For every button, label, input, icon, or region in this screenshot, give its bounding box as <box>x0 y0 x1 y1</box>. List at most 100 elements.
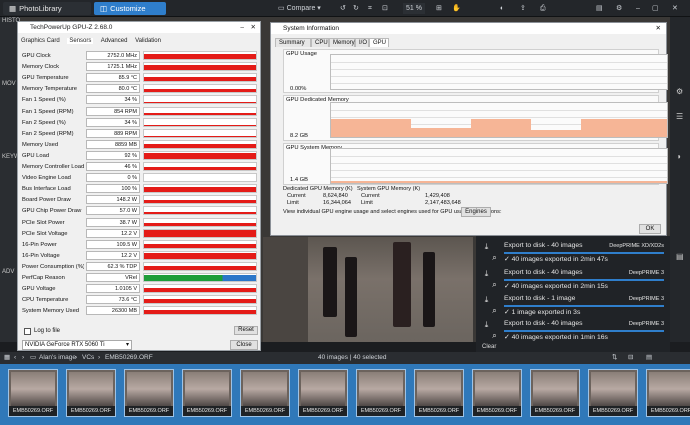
grid-icon[interactable]: ▦ <box>4 352 10 364</box>
search-icon[interactable]: ⌕ <box>490 306 499 315</box>
thumbnail-caption: EMB50269.ORF <box>67 406 115 416</box>
forward-icon[interactable]: › <box>22 352 24 364</box>
minimize-icon[interactable]: – <box>636 3 640 14</box>
customize-icon: ◫ <box>100 4 108 13</box>
filter-icon[interactable]: ⊟ <box>628 352 633 364</box>
sensor-value[interactable]: 26300 MB <box>86 306 140 316</box>
rotate-right-icon[interactable]: ↻ <box>353 3 359 14</box>
tab-gpu[interactable]: GPU <box>369 38 389 47</box>
export-icon[interactable]: ⇪ <box>520 3 526 14</box>
lum-icon[interactable]: ◑ <box>676 152 681 161</box>
sensor-value[interactable]: 8859 MB <box>86 139 140 149</box>
tab-cpu[interactable]: CPU <box>311 38 329 47</box>
clear-button[interactable]: Clear <box>482 344 496 350</box>
tab-sensors[interactable]: Sensors <box>67 38 94 44</box>
search-icon[interactable]: ⌕ <box>490 331 499 340</box>
ok-button[interactable]: OK <box>639 224 661 234</box>
zoom-100-icon[interactable]: ⊞ <box>436 3 442 14</box>
sensor-value[interactable]: 46 % <box>86 162 140 171</box>
filmstrip-thumbnail[interactable]: EMB50269.ORF <box>8 369 58 417</box>
filmstrip-thumbnail[interactable]: EMB50269.ORF <box>588 369 638 417</box>
close-button[interactable]: Close <box>230 340 258 350</box>
workspace-icon[interactable]: ▤ <box>596 3 603 14</box>
sensor-value[interactable]: 34 % <box>86 117 140 127</box>
minimize-icon[interactable]: – <box>240 22 244 33</box>
rotate-left-icon[interactable]: ↺ <box>340 3 346 14</box>
tab-photolibrary[interactable]: ▦ PhotoLibrary <box>3 2 91 15</box>
filmstrip-thumbnail[interactable]: EMB50269.ORF <box>646 369 690 417</box>
breadcrumb-folder[interactable]: Alan's image <box>39 352 76 364</box>
sensor-value[interactable]: 0 % <box>86 173 140 183</box>
compare-button[interactable]: ▭ Compare ▾ <box>278 3 321 14</box>
sensor-row: Bus Interface Load 100 % <box>22 184 258 194</box>
sensor-value[interactable]: 34 % <box>86 95 140 105</box>
sensor-value[interactable]: 80.0 °C <box>86 84 140 94</box>
sensor-value[interactable]: 73.6 °C <box>86 295 140 305</box>
maximize-icon[interactable]: ▢ <box>652 3 659 14</box>
sensor-value[interactable]: 38.7 W <box>86 217 140 227</box>
sensor-name: Memory Controller Load <box>22 164 84 170</box>
sensor-name: Bus Interface Load <box>22 186 71 193</box>
filmstrip-thumbnail[interactable]: EMB50269.ORF <box>66 369 116 417</box>
tab-advanced[interactable]: Advanced <box>101 38 128 44</box>
sensor-value[interactable]: 12.2 V <box>86 250 140 260</box>
right-panel-strip: ⚙ ☰ ◑ ▤ <box>670 17 690 342</box>
search-icon[interactable]: ⌕ <box>490 253 499 262</box>
sensor-value[interactable]: 854 RPM <box>86 106 140 116</box>
sort-icon[interactable]: ⇅ <box>612 352 617 364</box>
sensor-value[interactable]: 100 % <box>86 184 140 194</box>
sensor-name: GPU Temperature <box>22 75 69 82</box>
settings-icon[interactable]: ⚙ <box>676 87 683 96</box>
sensor-value[interactable]: 12.2 V <box>86 228 140 238</box>
filmstrip-thumbnail[interactable]: EMB50269.ORF <box>356 369 406 417</box>
sensor-value[interactable]: 85.9 °C <box>86 73 140 83</box>
reset-button[interactable]: Reset <box>234 326 258 335</box>
print-icon[interactable]: ⎙ <box>540 3 546 14</box>
sliders-icon[interactable]: ☰ <box>676 112 683 121</box>
close-icon[interactable]: ✕ <box>251 22 256 33</box>
filmstrip-thumbnail[interactable]: EMB50269.ORF <box>124 369 174 417</box>
back-icon[interactable]: ‹ <box>14 352 16 364</box>
panel-icon[interactable]: ▤ <box>676 252 684 261</box>
tab-summary[interactable]: Summary <box>275 38 311 47</box>
sensor-value[interactable]: 92 % <box>86 150 140 160</box>
tab-customize[interactable]: ◫ Customize <box>94 2 166 15</box>
tab-memory[interactable]: Memory <box>329 38 355 47</box>
settings-icon[interactable]: ⚙ <box>616 3 622 14</box>
zoom-fit-icon[interactable]: ⊡ <box>382 3 388 14</box>
before-after-icon[interactable]: ◐ <box>500 3 504 14</box>
gpu-select[interactable]: NVIDIA GeForce RTX 5060 Ti ▾ <box>22 340 132 350</box>
sensor-value[interactable]: 148.2 W <box>86 195 140 205</box>
sensor-graph-fill <box>144 88 256 93</box>
sensor-value[interactable]: 889 RPM <box>86 128 140 138</box>
sensor-value[interactable]: 57.0 W <box>86 206 140 216</box>
sensor-value[interactable]: 109.5 W <box>86 239 140 249</box>
filmstrip-thumbnail[interactable]: EMB50269.ORF <box>414 369 464 417</box>
log-checkbox[interactable] <box>24 328 31 335</box>
tab-graphics-card[interactable]: Graphics Card <box>21 38 60 44</box>
tab-validation[interactable]: Validation <box>135 38 161 44</box>
close-icon[interactable]: ✕ <box>672 3 678 14</box>
filmstrip-thumbnail[interactable]: EMB50269.ORF <box>530 369 580 417</box>
tab-io[interactable]: I/O <box>355 38 369 47</box>
sensor-value[interactable]: VRel <box>86 273 140 282</box>
zoom-value[interactable]: 51 % <box>403 3 425 14</box>
filmstrip-thumbnail[interactable]: EMB50269.ORF <box>240 369 290 417</box>
view-icon[interactable]: ▤ <box>646 352 652 364</box>
search-icon[interactable]: ⌕ <box>490 280 499 289</box>
sensor-graph <box>143 206 257 216</box>
crop-icon[interactable]: ⌗ <box>368 3 372 14</box>
sensor-row: PCIe Slot Voltage 12.2 V <box>22 228 258 239</box>
hand-icon[interactable]: ✋ <box>452 3 461 14</box>
filmstrip-thumbnail[interactable]: EMB50269.ORF <box>472 369 522 417</box>
close-icon[interactable]: ✕ <box>656 23 661 34</box>
download-icon: ⤓ <box>484 320 489 329</box>
sensor-value[interactable]: 1725.1 MHz <box>86 62 140 72</box>
sensor-value[interactable]: 62.3 % TDP <box>86 261 140 271</box>
sensor-value[interactable]: 1.0105 V <box>86 284 140 294</box>
filmstrip-thumbnail[interactable]: EMB50269.ORF <box>182 369 232 417</box>
engines-button[interactable]: Engines <box>461 207 491 217</box>
sensor-value[interactable]: 2752.0 MHz <box>86 51 140 60</box>
filmstrip-thumbnail[interactable]: EMB50269.ORF <box>298 369 348 417</box>
breadcrumb-sub[interactable]: VCs <box>82 352 94 364</box>
